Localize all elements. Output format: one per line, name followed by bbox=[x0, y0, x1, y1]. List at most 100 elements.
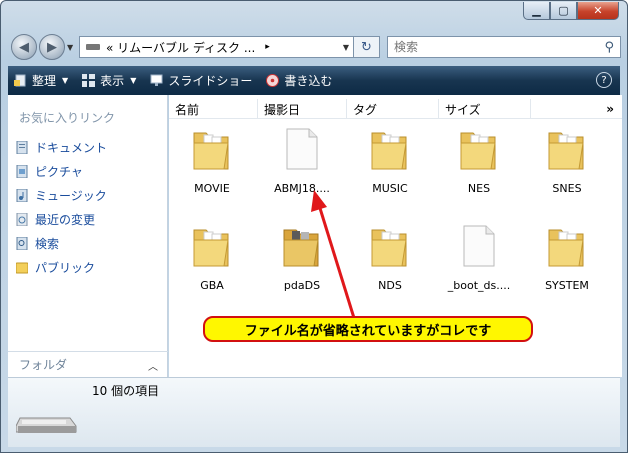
address-path[interactable]: « リムーバブル ディスク ... bbox=[106, 39, 255, 56]
column-header-name[interactable]: 名前 bbox=[169, 99, 258, 119]
search-icon[interactable]: ⚲ bbox=[604, 40, 614, 55]
removable-drive-icon bbox=[16, 417, 77, 433]
chevron-up-icon[interactable]: ︿ bbox=[148, 358, 158, 373]
recent-icon bbox=[16, 212, 28, 226]
views-button[interactable]: 表示 ▼ bbox=[82, 72, 136, 89]
folder-icon bbox=[460, 132, 496, 170]
burn-button[interactable]: 書き込む bbox=[266, 72, 332, 89]
back-arrow-icon: ◀ bbox=[19, 39, 29, 55]
favorite-label: ミュージック bbox=[35, 188, 107, 203]
slideshow-button[interactable]: スライドショー bbox=[150, 72, 252, 89]
views-label: 表示 bbox=[100, 74, 125, 88]
burn-disc-icon bbox=[266, 74, 280, 87]
favorite-label: ドキュメント bbox=[35, 140, 108, 155]
refresh-button[interactable]: ↻ bbox=[354, 36, 380, 58]
file-name: GBA bbox=[200, 279, 224, 292]
views-dropdown-icon: ▼ bbox=[130, 76, 137, 85]
help-button[interactable]: ? bbox=[596, 72, 612, 88]
file-name: NES bbox=[467, 182, 491, 195]
music-icon bbox=[16, 188, 28, 202]
favorite-item-public[interactable]: パブリック bbox=[16, 255, 107, 279]
forward-button[interactable]: ▶ bbox=[39, 34, 65, 60]
address-dropdown-icon[interactable]: ▼ bbox=[343, 43, 349, 52]
favorite-label: 最近の変更 bbox=[35, 212, 96, 227]
file-item[interactable]: ABMJ18.... bbox=[262, 125, 342, 195]
toolbar: 整理 ▼ 表示 ▼ スライドショー 書き込む ? bbox=[8, 66, 620, 95]
navigation-row: ◀ ▶ ▼ « リムーバブル ディスク ... ▸ ▼ ↻ ⚲ bbox=[9, 29, 621, 63]
favorite-item-music[interactable]: ミュージック bbox=[16, 183, 107, 207]
forward-arrow-icon: ▶ bbox=[47, 39, 57, 55]
organize-label: 整理 bbox=[32, 74, 57, 88]
folder-icon bbox=[193, 132, 229, 170]
folders-label: フォルダ bbox=[19, 358, 68, 372]
close-button[interactable]: ✕ bbox=[577, 2, 619, 20]
annotation-callout: ファイル名が省略されていますがコレです bbox=[203, 316, 533, 342]
file-item[interactable]: MUSIC bbox=[350, 125, 430, 195]
file-name: ABMJ18.... bbox=[274, 182, 330, 195]
favorite-label: ピクチャ bbox=[35, 164, 83, 179]
public-folder-icon bbox=[16, 262, 28, 273]
folder-icon bbox=[283, 229, 319, 267]
organize-button[interactable]: 整理 ▼ bbox=[14, 72, 68, 89]
favorites-list: ドキュメント ピクチャ ミュージック 最近の変更 検索 パブリック bbox=[16, 135, 107, 279]
file-item[interactable]: _boot_ds.... bbox=[439, 222, 519, 292]
favorite-label: 検索 bbox=[35, 236, 60, 251]
column-header-date-taken[interactable]: 撮影日 bbox=[258, 99, 347, 119]
caption-buttons: ▁ ▢ ✕ bbox=[523, 2, 619, 20]
documents-icon bbox=[16, 140, 28, 154]
slideshow-icon bbox=[150, 74, 163, 86]
file-name: MOVIE bbox=[194, 182, 230, 195]
refresh-icon: ↻ bbox=[361, 39, 372, 55]
folder-icon bbox=[548, 132, 584, 170]
column-header-tags[interactable]: タグ bbox=[347, 99, 439, 119]
pictures-icon bbox=[16, 164, 28, 178]
column-headers: 名前 撮影日 タグ サイズ » bbox=[169, 99, 622, 119]
folder-icon bbox=[371, 229, 407, 267]
address-bar[interactable]: « リムーバブル ディスク ... ▸ ▼ bbox=[79, 36, 354, 58]
back-button[interactable]: ◀ bbox=[11, 34, 37, 60]
favorite-label: パブリック bbox=[35, 260, 96, 275]
folder-icon bbox=[193, 229, 229, 267]
file-icon bbox=[286, 128, 318, 170]
maximize-button[interactable]: ▢ bbox=[550, 2, 577, 20]
file-name: NDS bbox=[378, 279, 402, 292]
file-name: pdaDS bbox=[283, 279, 321, 292]
file-item[interactable]: SNES bbox=[527, 125, 607, 195]
folders-toggle[interactable]: フォルダ ︿ bbox=[8, 351, 168, 377]
details-pane: 10 個の項目 bbox=[8, 377, 620, 447]
file-item[interactable]: pdaDS bbox=[262, 222, 342, 292]
favorite-item-search[interactable]: 検索 bbox=[16, 231, 107, 255]
file-item[interactable]: NDS bbox=[350, 222, 430, 292]
history-dropdown[interactable]: ▼ bbox=[67, 43, 73, 52]
item-count: 10 個の項目 bbox=[92, 384, 160, 398]
organize-icon bbox=[14, 74, 26, 87]
file-icon bbox=[463, 225, 495, 267]
file-item[interactable]: NES bbox=[439, 125, 519, 195]
explorer-window: ▁ ▢ ✕ ◀ ▶ ▼ « リムーバブル ディスク ... ▸ ▼ ↻ ⚲ 整理… bbox=[0, 0, 628, 453]
search-input[interactable] bbox=[394, 40, 594, 54]
favorite-item-recent[interactable]: 最近の変更 bbox=[16, 207, 107, 231]
search-folder-icon bbox=[16, 236, 28, 250]
path-arrow-icon[interactable]: ▸ bbox=[265, 42, 270, 52]
file-name: _boot_ds.... bbox=[447, 279, 511, 292]
file-name: MUSIC bbox=[372, 182, 408, 195]
more-columns-icon[interactable]: » bbox=[606, 102, 614, 116]
file-name: SNES bbox=[552, 182, 582, 195]
file-name: SYSTEM bbox=[545, 279, 589, 292]
organize-dropdown-icon: ▼ bbox=[62, 76, 69, 85]
favorite-item-documents[interactable]: ドキュメント bbox=[16, 135, 107, 159]
folder-icon bbox=[548, 229, 584, 267]
navigation-pane: お気に入りリンク ドキュメント ピクチャ ミュージック 最近の変更 検索 パブリ… bbox=[8, 95, 168, 377]
removable-drive-icon bbox=[86, 44, 100, 50]
search-box[interactable]: ⚲ bbox=[387, 36, 621, 58]
file-item[interactable]: GBA bbox=[172, 222, 252, 292]
column-header-size[interactable]: サイズ bbox=[439, 99, 531, 119]
help-icon: ? bbox=[601, 74, 607, 86]
views-icon bbox=[82, 74, 96, 87]
file-item[interactable]: SYSTEM bbox=[527, 222, 607, 292]
favorite-item-pictures[interactable]: ピクチャ bbox=[16, 159, 107, 183]
file-item[interactable]: MOVIE bbox=[172, 125, 252, 195]
slideshow-label: スライドショー bbox=[168, 74, 253, 88]
minimize-button[interactable]: ▁ bbox=[523, 2, 550, 20]
favorites-title: お気に入りリンク bbox=[19, 111, 116, 125]
